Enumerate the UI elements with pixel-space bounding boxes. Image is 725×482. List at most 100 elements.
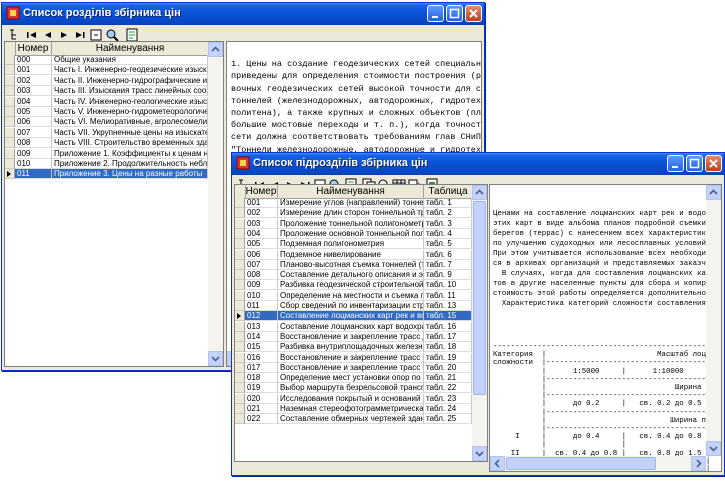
row-indicator — [5, 127, 15, 138]
table-row[interactable]: 010Определение на местности и съемка про… — [235, 290, 472, 301]
row-indicator — [235, 362, 245, 373]
table-row[interactable]: 009Разбивка геодезической строительной с… — [235, 280, 472, 291]
table-row[interactable]: 022Составление обмерных чертежей зданий … — [235, 414, 472, 425]
column-header-number[interactable]: Номер — [15, 42, 52, 55]
text-line — [231, 46, 481, 58]
table-row[interactable]: 013Составление лоцманских карт водохрани… — [235, 321, 472, 332]
text-line: берегов (террас) с нанесением всех харак… — [493, 230, 720, 238]
cell-table: табл. 1 — [424, 198, 472, 208]
table-row[interactable]: 009Приложение 1. Коэффициенты к ценам на… — [5, 148, 208, 159]
row-indicator — [5, 65, 15, 76]
subsections-window-titlebar[interactable]: Список підрозділів збірника цін — [232, 153, 724, 175]
table-row[interactable]: 010Приложение 2. Продолжительность небла… — [5, 159, 208, 169]
scroll-down-arrow[interactable] — [208, 351, 223, 366]
sections-window-title: Список розділів збірника цін — [23, 7, 181, 19]
row-indicator — [5, 169, 15, 180]
cell-table: табл. 11 — [424, 290, 472, 301]
text-line: 1. Цены на создание геодезических сетей … — [231, 59, 482, 70]
table-row[interactable]: 006 Подземное нивелирование табл. 6 — [235, 249, 472, 260]
maximize-button[interactable] — [686, 155, 703, 172]
table-row[interactable]: 003Проложение тоннельной полигонометрии … — [235, 218, 472, 229]
description-vscrollbar[interactable] — [706, 185, 721, 456]
table-row[interactable]: 014Восстановление и закрепление трасс дл… — [235, 331, 472, 342]
cell-table: табл. 9 — [424, 270, 472, 281]
table-row[interactable]: 007Планово-высотная съемка тоннелей (тра… — [235, 259, 472, 270]
cell-name: Восстановление и закрепление трасс магис… — [278, 362, 424, 373]
row-indicator — [5, 159, 15, 169]
table-row[interactable]: 011Сбор сведений по инвентаризации строе… — [235, 301, 472, 311]
table-row[interactable]: 007 Часть VII. Укрупненные цены на изыска… — [5, 127, 208, 138]
table-line: | Ширина поймы р — [493, 416, 722, 425]
table-row[interactable]: 011 Приложение 3. Цены на разные работы — [5, 169, 208, 180]
scroll-up-arrow[interactable] — [706, 185, 721, 200]
subsections-table-scrollbar[interactable] — [472, 185, 487, 461]
row-indicator — [235, 321, 245, 332]
table-row[interactable]: 017Восстановление и закрепление трасс ма… — [235, 362, 472, 373]
table-row[interactable]: 004Проложение основной тоннельной полиго… — [235, 228, 472, 239]
hscroll-thumb[interactable] — [506, 457, 656, 470]
table-row[interactable]: 002Измерение длин сторон тоннельной триа… — [235, 208, 472, 219]
table-row[interactable]: 016Восстановление и закрепление трасс ка… — [235, 352, 472, 363]
close-button[interactable] — [465, 5, 482, 22]
table-row[interactable]: 008Составление детального описания и эск… — [235, 270, 472, 281]
minimize-button[interactable] — [667, 155, 684, 172]
text-line: тоннелей (железнодорожных, автодорожных,… — [231, 95, 481, 106]
cell-number: 016 — [245, 352, 278, 363]
table-row[interactable]: 021Наземная стереофотограмметрическая съ… — [235, 404, 472, 414]
cell-name: Сбор сведений по инвентаризации строений — [278, 301, 424, 311]
row-indicator — [235, 270, 245, 281]
table-row[interactable]: 005 Подземная полигонометрия табл. 5 — [235, 239, 472, 250]
scroll-down-arrow[interactable] — [472, 446, 487, 461]
table-row[interactable]: 018Определение мест установки опор по тр… — [235, 373, 472, 384]
table-row[interactable]: 003 Часть III. Изыскания трасс линейных с… — [5, 86, 208, 97]
row-indicator — [5, 148, 15, 159]
description-hscrollbar[interactable] — [490, 456, 706, 471]
sections-table-scrollbar[interactable] — [208, 42, 223, 366]
cell-name: Общие указания — [52, 55, 208, 65]
table-row[interactable]: 000 Общие указания — [5, 55, 208, 65]
text-line: стоимость этой работы определяется допол… — [493, 290, 720, 298]
cell-table: табл. 24 — [424, 404, 472, 414]
cell-table: табл. 25 — [424, 414, 472, 425]
scroll-left-arrow[interactable] — [490, 456, 505, 471]
cell-name: Восстановление и закрепление трасс для с… — [278, 331, 424, 342]
scroll-up-arrow[interactable] — [208, 42, 223, 57]
table-row[interactable]: 001 Часть I. Инженерно-геодезические изыс… — [5, 65, 208, 76]
table-row[interactable]: 015Разбивка внутриплощадочных железных и… — [235, 342, 472, 353]
cell-name: Подземное нивелирование — [278, 249, 424, 260]
cell-name: Часть II. Инженерно-гидрографические изы… — [52, 75, 208, 86]
cell-name: Определение на местности и съемка проект… — [278, 290, 424, 301]
scroll-down-arrow[interactable] — [706, 441, 721, 456]
column-header-number[interactable]: Номер — [245, 185, 278, 198]
table-row[interactable]: 004 Часть IV. Инженерно-геологические изы… — [5, 96, 208, 107]
minimize-button[interactable] — [427, 5, 444, 22]
cell-table: табл. 2 — [424, 208, 472, 219]
table-row[interactable]: 012Составление лоцманских карт рек и вод… — [235, 311, 472, 322]
cell-number: 002 — [15, 75, 52, 86]
table-row[interactable]: 019Выбор маршрута безрельсовой транспорт… — [235, 383, 472, 394]
scroll-thumb[interactable] — [473, 201, 486, 395]
cell-number: 011 — [245, 301, 278, 311]
sections-window-titlebar[interactable]: Список розділів збірника цін — [2, 3, 484, 25]
cell-name: Приложение 3. Цены на разные работы — [52, 169, 208, 180]
table-row[interactable]: 008 Часть VIII. Строительство временных з… — [5, 138, 208, 149]
table-row[interactable]: 005 Часть V. Инженерно-гидрометеорологиче… — [5, 107, 208, 117]
text-line: Характеристика категорий сложности соста… — [493, 300, 722, 308]
column-header-table[interactable]: Таблица — [424, 185, 473, 198]
column-header-name[interactable]: Найменування — [52, 42, 209, 55]
table-row[interactable]: 020Исследования покрытый и оснований сущ… — [235, 393, 472, 404]
table-row[interactable]: 002 Часть II. Инженерно-гидрографические … — [5, 75, 208, 86]
column-header-name[interactable]: Найменування — [278, 185, 424, 198]
cell-name: Проложение тоннельной полигонометрии (вн… — [278, 218, 424, 229]
close-button[interactable] — [705, 155, 722, 172]
cell-number: 008 — [245, 270, 278, 281]
row-indicator — [235, 342, 245, 353]
current-row-arrow-icon — [7, 171, 11, 178]
row-indicator — [235, 352, 245, 363]
table-line: | 1:5000 | 1:10000 | — [493, 367, 711, 376]
table-row[interactable]: 001Измерение углов (направлений) тоннель… — [235, 198, 472, 208]
maximize-button[interactable] — [446, 5, 463, 22]
scroll-right-arrow[interactable] — [691, 456, 706, 471]
table-row[interactable]: 006 Часть VI. Мелиоративные, агролесомели… — [5, 117, 208, 128]
scroll-up-arrow[interactable] — [472, 185, 487, 200]
